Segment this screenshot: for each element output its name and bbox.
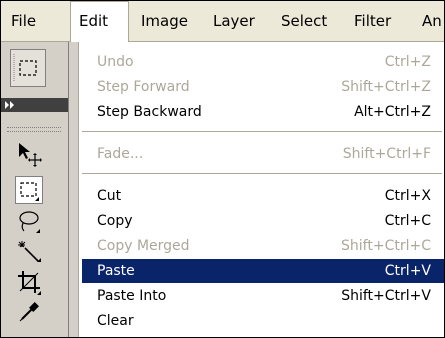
menu-item-undo[interactable]: Undo Ctrl+Z <box>79 50 444 74</box>
menu-filter[interactable]: Filter <box>346 1 399 41</box>
menu-item-label: Paste <box>97 263 135 279</box>
menu-item-shortcut: Alt+Ctrl+Z <box>354 104 431 120</box>
menu-item-label: Undo <box>97 54 134 70</box>
menu-item-label: Step Forward <box>97 79 190 95</box>
menu-item-paste-into[interactable]: Paste Into Shift+Ctrl+V <box>79 284 444 308</box>
menu-item-shortcut: Shift+Ctrl+F <box>342 146 431 162</box>
rectangular-marquee-tool[interactable] <box>15 176 43 204</box>
move-tool-icon <box>19 143 42 167</box>
menu-item-label: Paste Into <box>97 288 167 304</box>
menu-item-shortcut: Ctrl+Z <box>384 54 431 70</box>
panel-collapse-bar[interactable] <box>1 98 68 112</box>
edit-menu-dropdown: Undo Ctrl+Z Step Forward Shift+Ctrl+Z St… <box>78 41 444 337</box>
menu-item-copy[interactable]: Copy Ctrl+C <box>79 209 444 233</box>
menu-item-shortcut: Ctrl+V <box>384 263 431 279</box>
menu-item-label: Copy <box>97 213 133 229</box>
menu-item-copy-merged[interactable]: Copy Merged Shift+Ctrl+C <box>79 234 444 258</box>
menu-item-shortcut: Shift+Ctrl+Z <box>341 79 431 95</box>
menu-item-cut[interactable]: Cut Ctrl+X <box>79 184 444 208</box>
crop-tool[interactable] <box>15 268 43 296</box>
menu-item-shortcut: Ctrl+C <box>384 213 431 229</box>
panel-grip[interactable] <box>7 127 61 132</box>
menu-separator <box>82 173 442 174</box>
menu-separator <box>82 131 442 132</box>
menu-file[interactable]: File <box>3 1 44 41</box>
menu-item-step-forward[interactable]: Step Forward Shift+Ctrl+Z <box>79 75 444 99</box>
menu-item-label: Clear <box>97 313 134 329</box>
move-tool[interactable] <box>15 140 43 168</box>
rectangular-marquee-icon <box>20 182 39 201</box>
eyedropper-tool[interactable] <box>15 298 43 326</box>
eyedropper-icon <box>19 302 39 322</box>
crop-icon <box>18 271 41 295</box>
menu-item-label: Cut <box>97 188 122 204</box>
marquee-options-icon <box>13 54 37 82</box>
menu-item-paste[interactable]: Paste Ctrl+V <box>82 259 444 283</box>
menu-item-shortcut: Shift+Ctrl+V <box>341 288 431 304</box>
menu-item-shortcut: Shift+Ctrl+C <box>341 238 431 254</box>
menu-item-clear[interactable]: Clear <box>79 309 444 333</box>
tools-panel <box>1 42 69 337</box>
magic-wand-icon <box>18 241 41 262</box>
tool-preset-button[interactable] <box>10 49 46 87</box>
menu-edit[interactable]: Edit <box>70 1 129 42</box>
menu-analysis[interactable]: An <box>414 1 444 41</box>
menu-select[interactable]: Select <box>273 1 335 41</box>
magic-wand-tool[interactable] <box>15 238 43 266</box>
menu-item-shortcut: Ctrl+X <box>384 188 431 204</box>
menu-bar: File Edit Image Layer Select Filter An <box>1 1 444 42</box>
lasso-tool[interactable] <box>15 208 43 236</box>
menu-item-label: Step Backward <box>97 104 202 120</box>
menu-item-label: Copy Merged <box>97 238 190 254</box>
menu-item-step-backward[interactable]: Step Backward Alt+Ctrl+Z <box>79 100 444 124</box>
app-window: File Edit Image Layer Select Filter An U… <box>0 0 445 338</box>
expand-arrows-icon <box>5 101 14 109</box>
menu-item-fade[interactable]: Fade... Shift+Ctrl+F <box>79 142 444 166</box>
menu-layer[interactable]: Layer <box>205 1 263 41</box>
menu-item-label: Fade... <box>97 146 144 162</box>
menu-image[interactable]: Image <box>133 1 196 41</box>
lasso-icon <box>19 211 40 233</box>
